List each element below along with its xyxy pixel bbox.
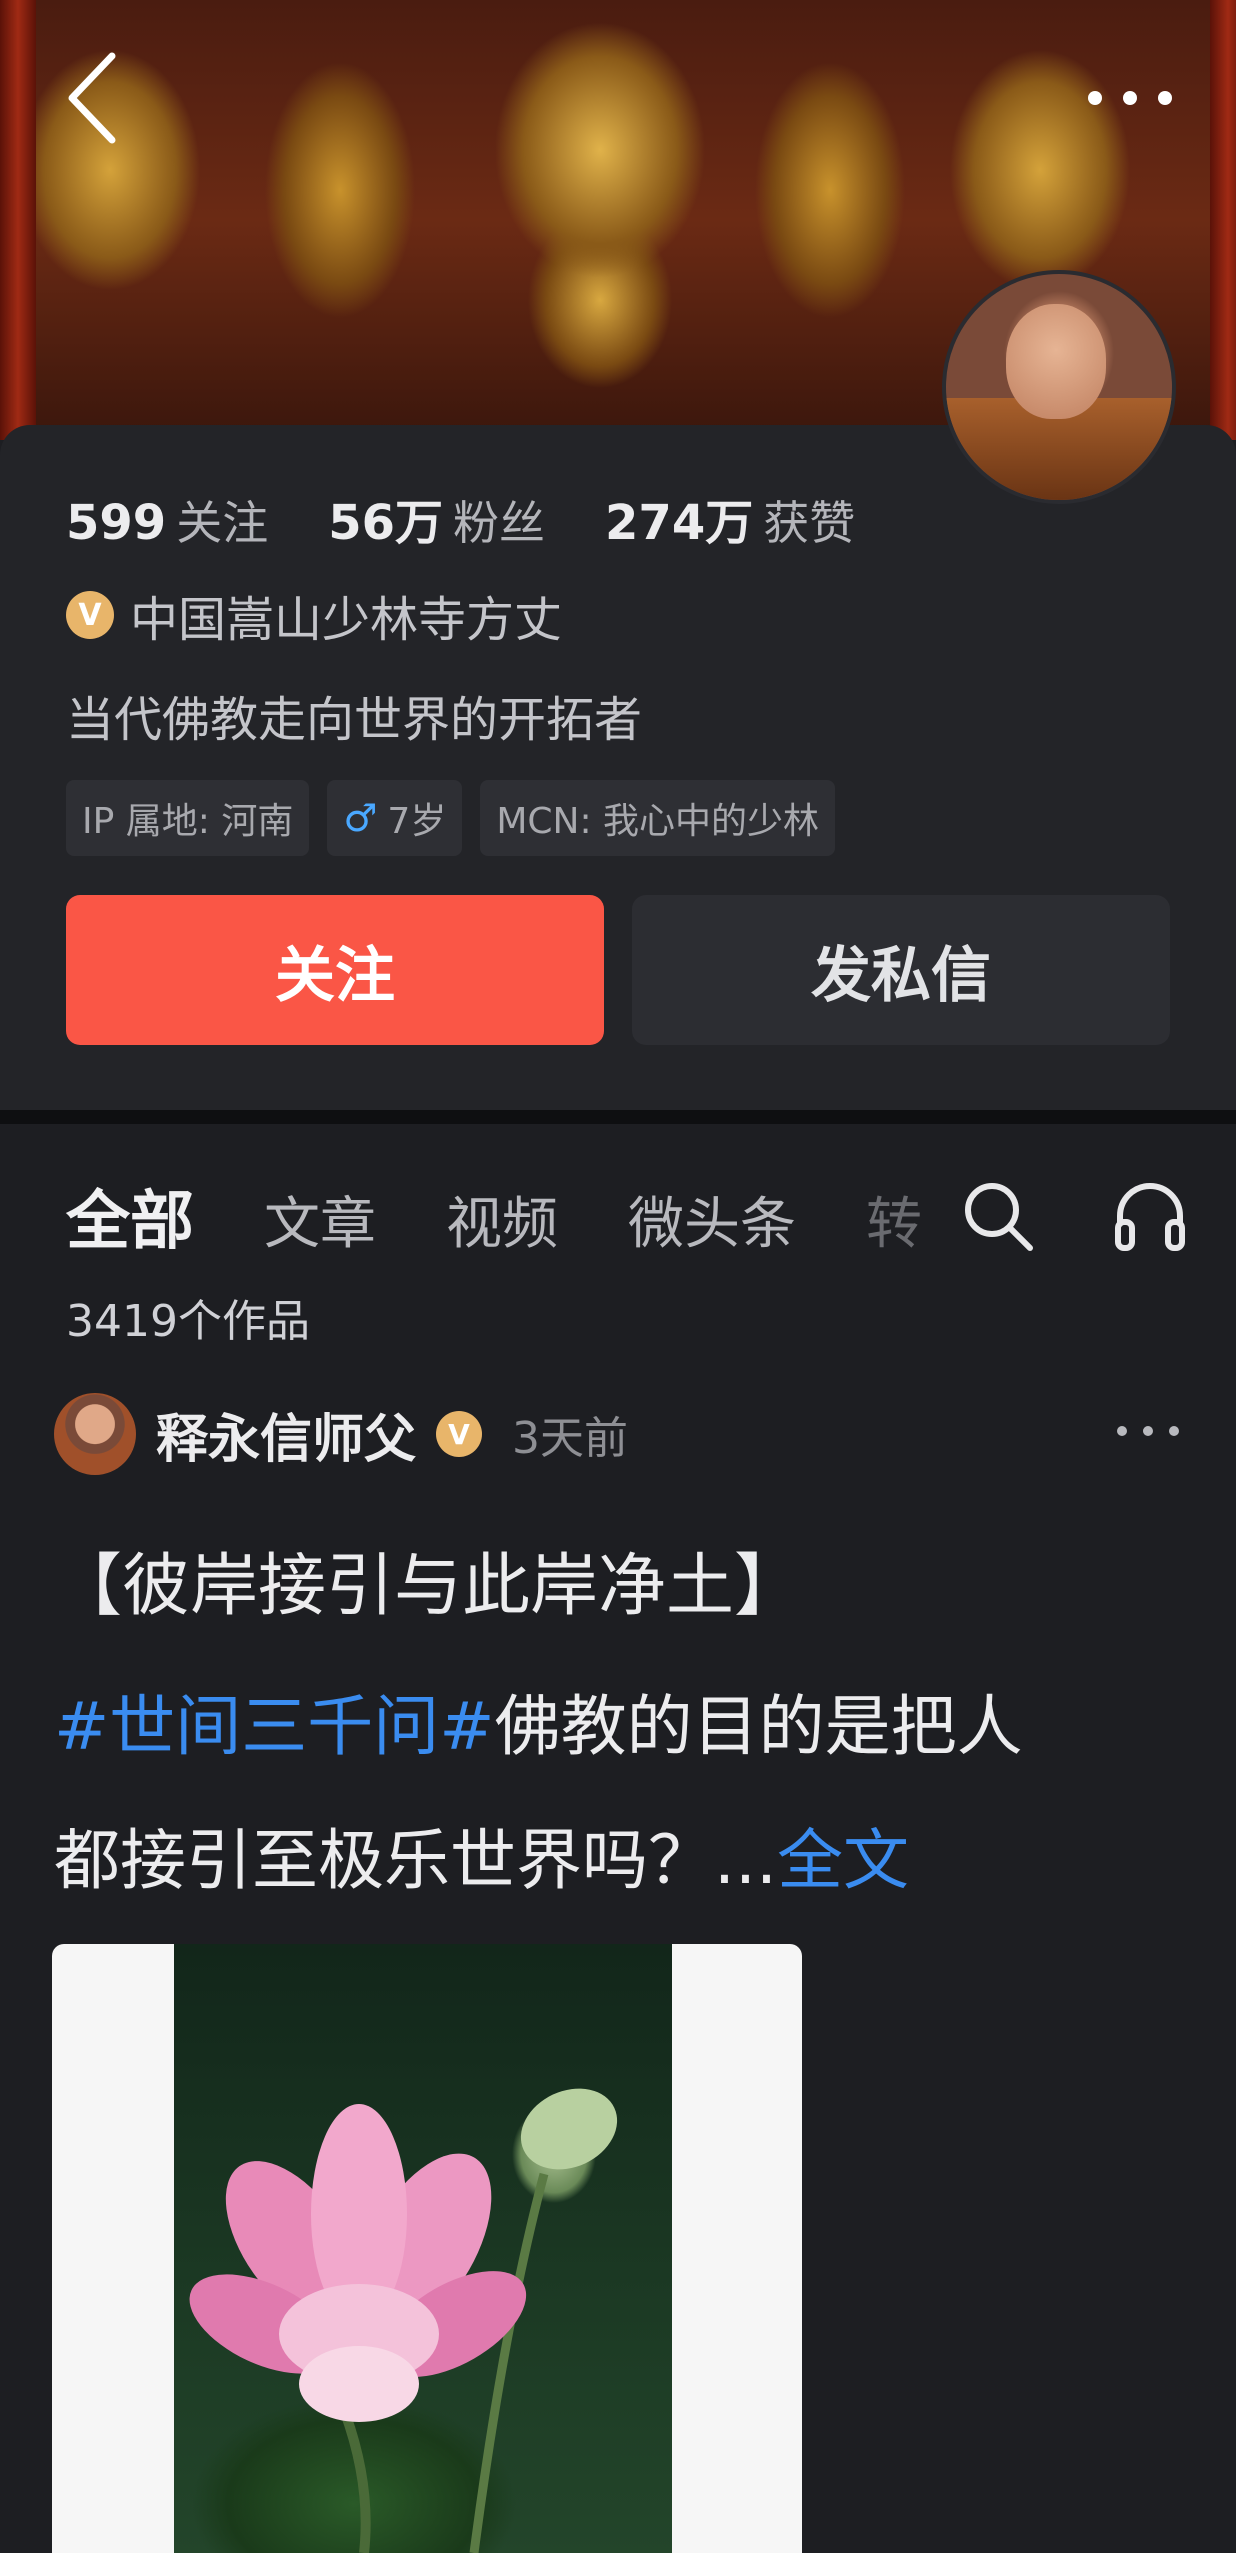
back-button[interactable] <box>62 48 122 148</box>
profile-avatar[interactable] <box>942 270 1176 504</box>
tab-micro-posts[interactable]: 微头条 <box>628 1179 796 1260</box>
post-body[interactable]: #世间三千问#佛教的目的是把人 都接引至极乐世界吗？...全文 <box>54 1660 1184 1928</box>
verified-title: 中国嵩山少林寺方丈 <box>130 592 563 648</box>
verified-icon: V <box>66 591 114 639</box>
back-arrow-icon <box>68 52 116 144</box>
more-button[interactable] <box>1080 78 1180 118</box>
verification-line: V 中国嵩山少林寺方丈 <box>66 580 562 650</box>
post-author-avatar[interactable] <box>54 1393 136 1475</box>
profile-bio: 当代佛教走向世界的开拓者 <box>66 692 643 748</box>
post-hashtag[interactable]: #世间三千问# <box>54 1688 495 1765</box>
stat-following-count: 599 <box>66 495 167 551</box>
stat-following[interactable]: 599 关注 <box>66 487 268 553</box>
age-tag: ♂ 7岁 <box>327 780 463 856</box>
post-more-button[interactable] <box>1112 1411 1184 1451</box>
avatar-face <box>1006 304 1106 419</box>
banner-pillar-left <box>0 0 36 440</box>
stat-likes[interactable]: 274万 获赞 <box>605 483 855 553</box>
post-text-line1: 佛教的目的是把人 <box>494 1688 1023 1765</box>
content-tabs: 全部 文章 视频 微头条 转 <box>66 1170 922 1262</box>
post-title[interactable]: 【彼岸接引与此岸净土】 <box>54 1530 802 1629</box>
section-divider <box>0 1110 1236 1124</box>
post-author-name[interactable]: 释永信师父 <box>156 1397 416 1472</box>
more-dots-icon <box>1117 1426 1179 1436</box>
message-button[interactable]: 发私信 <box>632 895 1170 1045</box>
profile-tags: IP 属地: 河南 ♂ 7岁 MCN: 我心中的少林 <box>66 780 836 856</box>
stat-followers-label: 粉丝 <box>453 496 546 550</box>
age-label: 7岁 <box>387 801 447 842</box>
more-dots-icon <box>1088 91 1172 105</box>
listen-button[interactable] <box>1112 1178 1188 1254</box>
stat-followers-count: 56万 <box>328 495 444 551</box>
tab-all[interactable]: 全部 <box>66 1170 194 1262</box>
headphones-icon <box>1115 1183 1185 1251</box>
full-text-link[interactable]: 全文 <box>777 1822 909 1899</box>
stat-followers[interactable]: 56万 粉丝 <box>328 483 545 553</box>
post-text-line2: 都接引至极乐世界吗？... <box>54 1822 777 1899</box>
search-button[interactable] <box>960 1178 1036 1254</box>
ip-location-tag: IP 属地: 河南 <box>66 780 310 856</box>
gender-male-icon: ♂ <box>343 796 378 840</box>
banner-pillar-right <box>1210 0 1236 440</box>
search-icon <box>965 1183 1033 1251</box>
post-image[interactable] <box>52 1944 802 2553</box>
post-time: 3天前 <box>512 1413 629 1464</box>
verified-icon: V <box>436 1411 483 1457</box>
tab-reposts[interactable]: 转 <box>866 1179 922 1260</box>
tab-articles[interactable]: 文章 <box>264 1179 376 1260</box>
stat-likes-count: 274万 <box>605 495 754 551</box>
post-header: 释永信师父 V 3天前 <box>54 1393 1184 1475</box>
works-count: 3419个作品 <box>66 1296 310 1347</box>
stat-likes-label: 获赞 <box>763 496 856 550</box>
profile-stats: 599 关注 56万 粉丝 274万 获赞 <box>66 483 855 553</box>
lotus-flower-illustration <box>189 2088 618 2553</box>
stat-following-label: 关注 <box>176 496 269 550</box>
tab-videos[interactable]: 视频 <box>446 1179 558 1260</box>
follow-button[interactable]: 关注 <box>66 895 604 1045</box>
mcn-tag: MCN: 我心中的少林 <box>480 780 836 856</box>
